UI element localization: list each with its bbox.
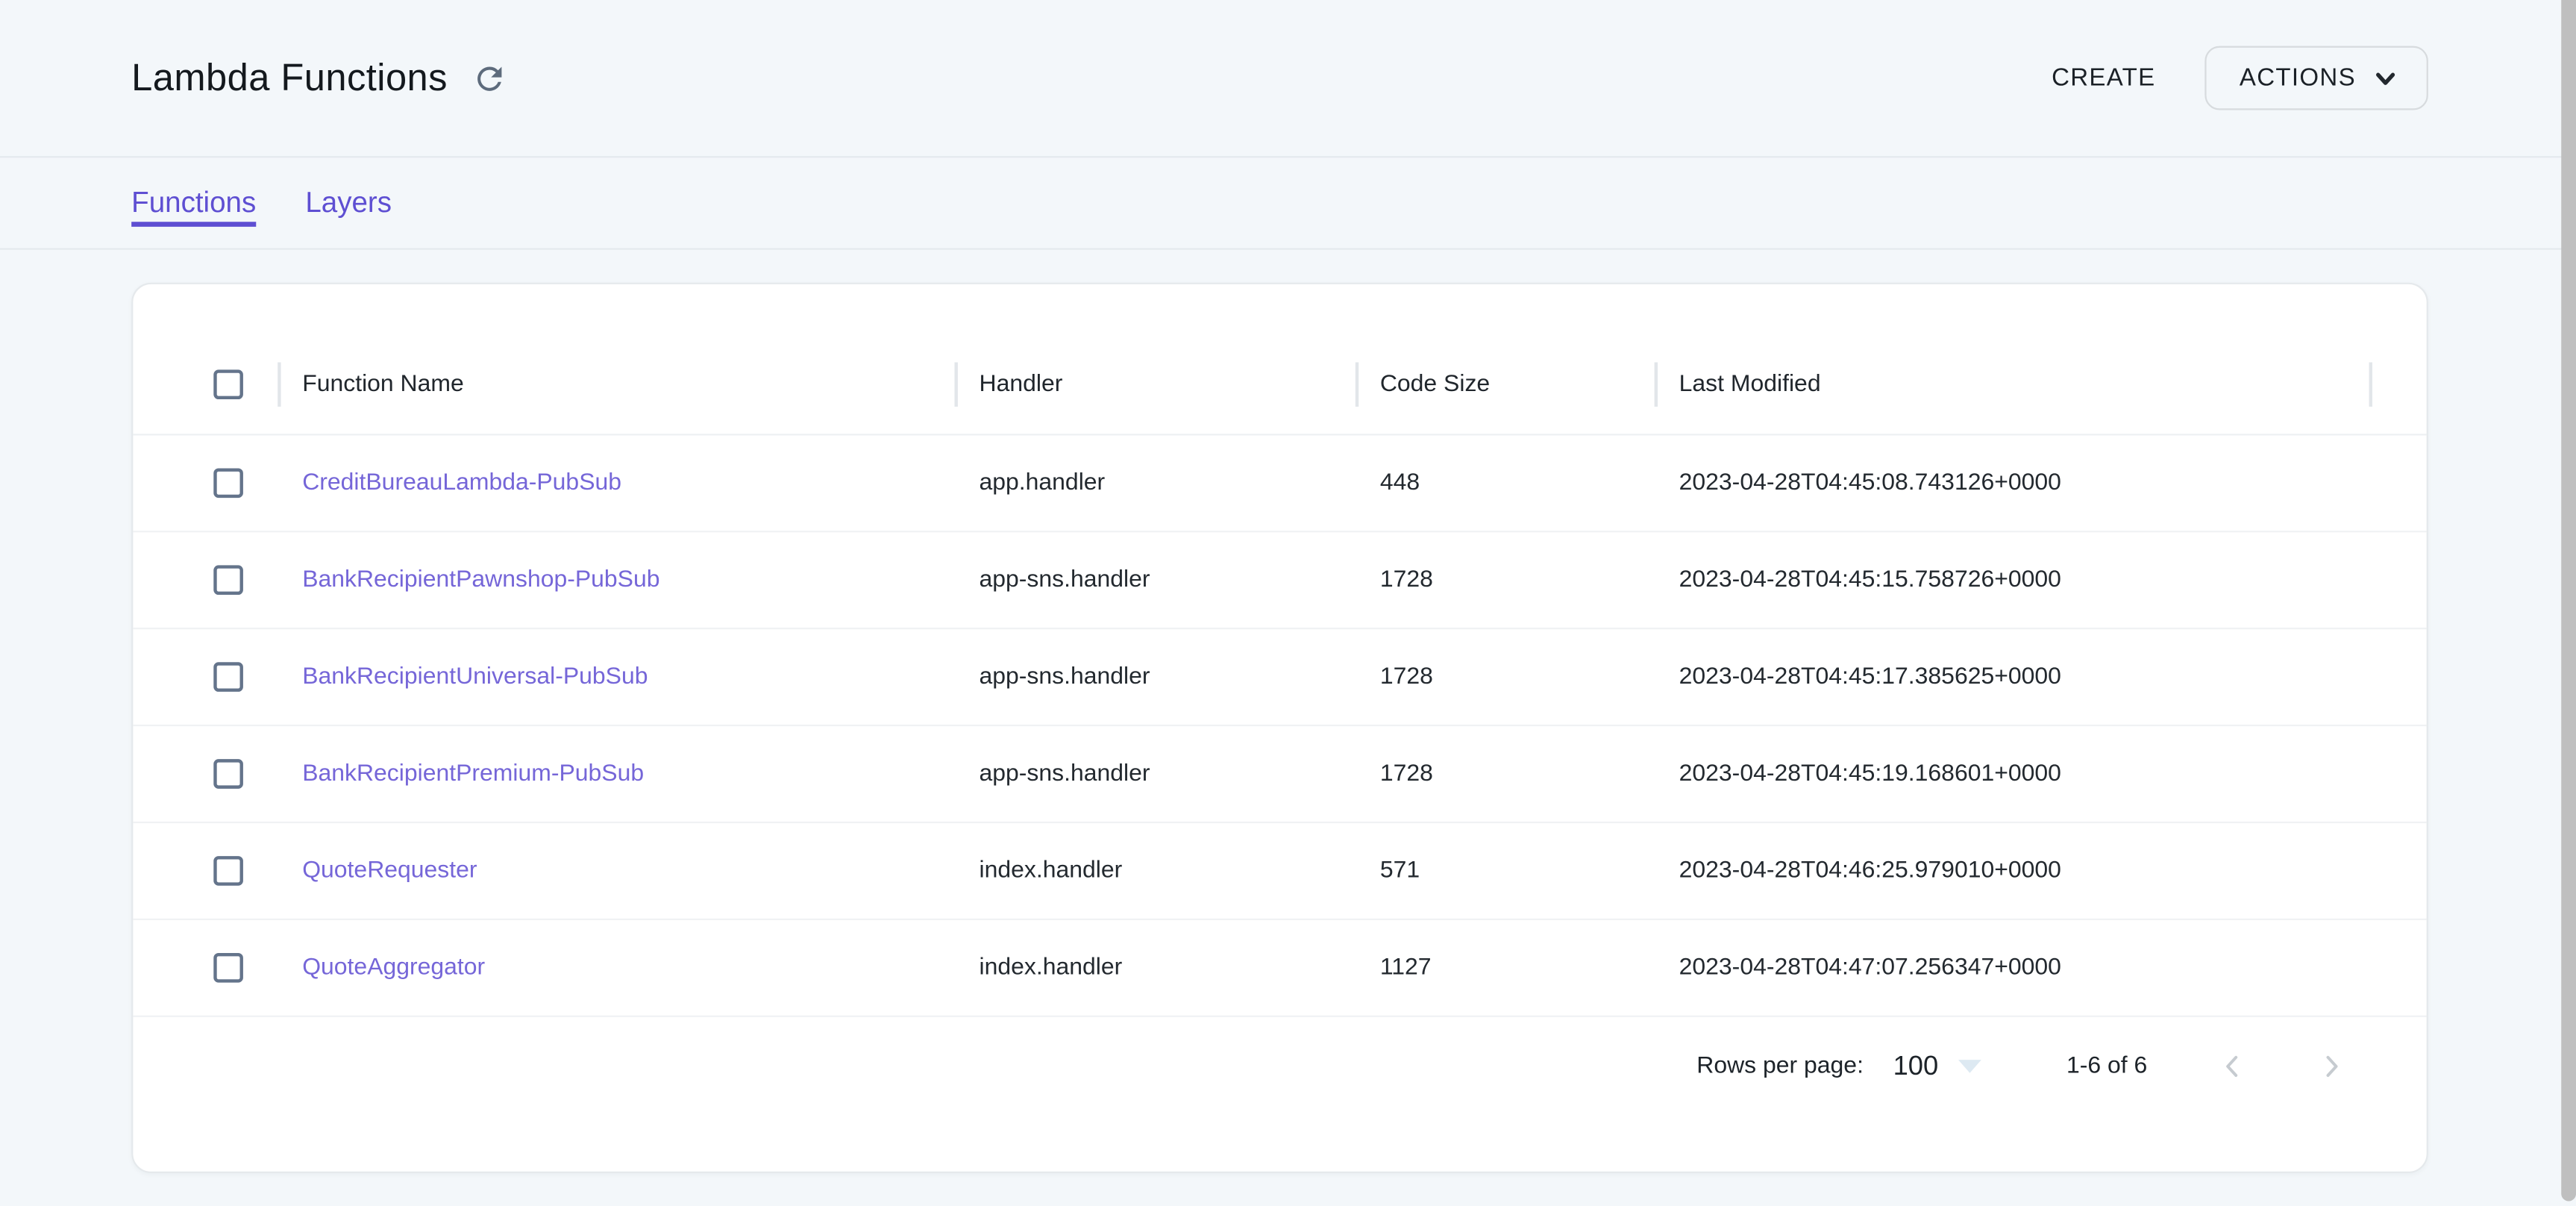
chevron-right-icon <box>2318 1053 2344 1079</box>
lambda-functions-page: Lambda Functions CREATE ACTIONS Function… <box>0 0 2576 1206</box>
table-header-row: Function Name Handler Code Size Last Mod… <box>133 334 2426 436</box>
last-modified-cell: 2023-04-28T04:47:07.256347+0000 <box>1655 955 2369 981</box>
last-modified-cell: 2023-04-28T04:46:25.979010+0000 <box>1655 857 2369 884</box>
column-header-function-name: Function Name <box>278 334 954 434</box>
functions-table-card: Function Name Handler Code Size Last Mod… <box>131 283 2428 1173</box>
header-checkbox-cell <box>133 369 278 399</box>
table-row: BankRecipientUniversal-PubSub app-sns.ha… <box>133 629 2426 726</box>
actions-button[interactable]: ACTIONS <box>2205 46 2428 110</box>
last-modified-cell: 2023-04-28T04:45:17.385625+0000 <box>1655 663 2369 690</box>
row-checkbox[interactable] <box>213 468 243 498</box>
handler-cell: app.handler <box>954 470 1355 496</box>
row-checkbox[interactable] <box>213 662 243 692</box>
pagination-range: 1-6 of 6 <box>2066 1053 2147 1079</box>
function-name-link[interactable]: CreditBureauLambda-PubSub <box>302 470 621 496</box>
refresh-button[interactable] <box>472 60 508 96</box>
function-name-link[interactable]: BankRecipientUniversal-PubSub <box>302 663 648 690</box>
select-arrow-icon <box>1958 1060 1981 1073</box>
function-name-link[interactable]: QuoteRequester <box>302 857 477 884</box>
row-checkbox[interactable] <box>213 856 243 886</box>
column-separator <box>954 361 957 405</box>
main-content: Function Name Handler Code Size Last Mod… <box>0 250 2576 1173</box>
row-checkbox[interactable] <box>213 565 243 595</box>
last-modified-cell: 2023-04-28T04:45:19.168601+0000 <box>1655 760 2369 787</box>
function-name-link[interactable]: BankRecipientPawnshop-PubSub <box>302 567 659 593</box>
code-size-cell: 448 <box>1356 470 1655 496</box>
column-header-trailing <box>2369 334 2427 434</box>
table-row: QuoteAggregator index.handler 1127 2023-… <box>133 920 2426 1017</box>
function-name-link[interactable]: QuoteAggregator <box>302 955 485 981</box>
code-size-cell: 571 <box>1356 857 1655 884</box>
column-header-handler: Handler <box>954 334 1355 434</box>
handler-cell: index.handler <box>954 955 1355 981</box>
code-size-cell: 1728 <box>1356 663 1655 690</box>
handler-cell: index.handler <box>954 857 1355 884</box>
code-size-cell: 1728 <box>1356 760 1655 787</box>
table-row: BankRecipientPawnshop-PubSub app-sns.han… <box>133 532 2426 629</box>
rows-per-page-value: 100 <box>1893 1051 1939 1082</box>
chevron-left-icon <box>2219 1053 2246 1079</box>
rows-per-page-label: Rows per page: <box>1696 1053 1864 1079</box>
column-header-last-modified: Last Modified <box>1655 334 2369 434</box>
last-modified-cell: 2023-04-28T04:45:15.758726+0000 <box>1655 567 2369 593</box>
page-header: Lambda Functions CREATE ACTIONS <box>0 0 2576 156</box>
refresh-icon <box>472 60 508 96</box>
code-size-cell: 1127 <box>1356 955 1655 981</box>
rows-per-page-select[interactable]: 100 <box>1893 1051 1981 1082</box>
next-page-button[interactable] <box>2318 1053 2344 1079</box>
handler-cell: app-sns.handler <box>954 760 1355 787</box>
tab-functions[interactable]: Functions <box>131 186 256 220</box>
handler-cell: app-sns.handler <box>954 567 1355 593</box>
table-row: QuoteRequester index.handler 571 2023-04… <box>133 823 2426 920</box>
row-checkbox[interactable] <box>213 759 243 789</box>
previous-page-button[interactable] <box>2219 1053 2246 1079</box>
table-row: BankRecipientPremium-PubSub app-sns.hand… <box>133 726 2426 823</box>
chevron-down-icon <box>2374 66 2397 90</box>
column-header-code-size: Code Size <box>1356 334 1655 434</box>
create-button[interactable]: CREATE <box>2035 51 2172 105</box>
column-header-label: Last Modified <box>1679 370 1821 396</box>
handler-cell: app-sns.handler <box>954 663 1355 690</box>
column-header-label: Function Name <box>302 370 464 396</box>
column-separator <box>1356 361 1358 405</box>
select-all-checkbox[interactable] <box>213 369 243 399</box>
table-row: CreditBureauLambda-PubSub app.handler 44… <box>133 435 2426 532</box>
column-separator <box>1655 361 1658 405</box>
column-separator <box>2369 361 2372 405</box>
code-size-cell: 1728 <box>1356 567 1655 593</box>
actions-button-label: ACTIONS <box>2240 64 2356 92</box>
page-title: Lambda Functions <box>131 56 448 100</box>
vertical-scrollbar[interactable] <box>2561 0 2576 1201</box>
tabs-bar: Functions Layers <box>0 156 2576 249</box>
column-header-label: Handler <box>980 370 1063 396</box>
column-separator <box>278 361 281 405</box>
row-checkbox[interactable] <box>213 953 243 983</box>
table-pagination: Rows per page: 100 1-6 of 6 <box>133 1017 2426 1116</box>
last-modified-cell: 2023-04-28T04:45:08.743126+0000 <box>1655 470 2369 496</box>
tab-layers[interactable]: Layers <box>305 186 392 220</box>
function-name-link[interactable]: BankRecipientPremium-PubSub <box>302 760 644 787</box>
column-header-label: Code Size <box>1380 370 1490 396</box>
